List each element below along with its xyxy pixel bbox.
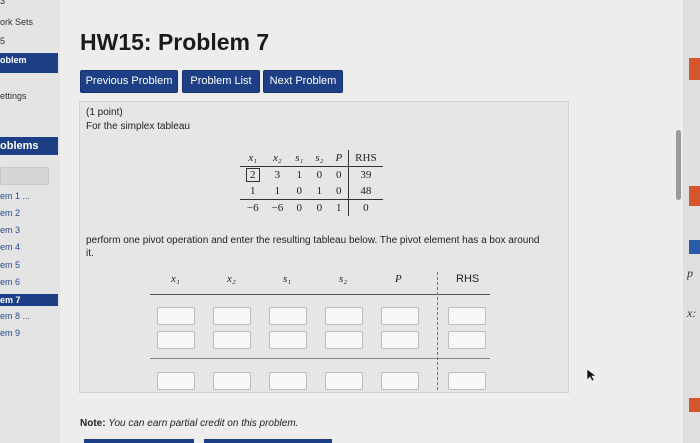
answer-input[interactable] [213,372,251,390]
problem-list-button[interactable]: Problem List [182,70,260,93]
tableau-cell: 39 [348,166,383,183]
tableau-header-p: P [329,150,349,167]
problems-heading-label: oblems [0,140,39,152]
previous-problem-button[interactable]: Previous Problem [80,70,178,93]
answer-input[interactable] [325,307,363,325]
sidebar-problem-link[interactable]: em 7 [0,294,58,306]
answer-header: P [395,273,402,285]
bookmark-marker[interactable] [689,240,700,254]
sidebar-top-fragment: 3 [0,0,6,6]
sidebar-work-sets-link[interactable]: ork Sets [0,17,33,27]
answer-header: x₂ [227,273,236,285]
bookmark-marker[interactable] [689,58,700,80]
tableau-header-x2: x₂ [265,150,290,167]
objective-row-divider [150,358,490,359]
note-label: Note: [80,418,106,429]
sidebar-settings-link[interactable]: ettings [0,91,27,101]
sidebar-problem-link[interactable]: em 9 [0,328,20,338]
tableau-cell: 0 [316,169,323,181]
tableau-cell: 1 [250,185,256,197]
side-symbol: p [687,266,693,280]
answer-header: s₁ [283,273,292,285]
answer-input[interactable] [269,331,307,349]
answer-input[interactable] [269,307,307,325]
sidebar: 3 ork Sets 5 oblem ettings oblems em 1 .… [0,0,60,443]
tableau-cell: 0 [336,169,342,181]
tableau-row: 1 1 0 1 0 48 [240,183,383,200]
tableau-row: 2 3 1 0 0 39 [240,166,383,184]
bookmark-marker[interactable] [689,186,700,206]
tableau-cell: 1 [296,169,303,181]
answer-input[interactable] [381,331,419,349]
sidebar-problems-heading: oblems [0,137,58,155]
answer-input[interactable] [448,372,486,390]
sidebar-item-problem[interactable]: oblem [0,53,58,73]
answer-input[interactable] [269,372,307,390]
sidebar-problem-link[interactable]: em 4 [0,242,20,252]
tableau-cell: 0 [336,185,342,197]
scrollbar[interactable] [676,130,681,200]
answer-input[interactable] [325,331,363,349]
sidebar-problem-link[interactable]: em 3 [0,225,20,235]
tableau-header-s2: s₂ [309,150,330,167]
answer-input[interactable] [213,307,251,325]
pivot-element: 2 [246,168,260,182]
answer-input[interactable] [381,307,419,325]
answer-input[interactable] [157,307,195,325]
sidebar-problem-link[interactable]: em 6 [0,277,20,287]
instructions-line-2: it. [86,248,94,259]
points-label: (1 point) [86,107,123,118]
instructions-line-1: perform one pivot operation and enter th… [86,235,540,246]
preview-button-edge[interactable] [204,439,332,443]
mouse-cursor-icon [586,368,597,382]
answer-header: s₂ [339,273,348,285]
answer-input[interactable] [157,372,195,390]
tableau-cell: 1 [316,185,323,197]
problem-intro: For the simplex tableau [86,121,190,132]
tableau-header-rhs: RHS [348,150,383,167]
answer-header: RHS [456,273,480,285]
tableau-row: −6 −6 0 0 1 0 [240,199,383,216]
sidebar-problem-link[interactable]: em 2 [0,208,20,218]
sidebar-problem-link[interactable]: em 8 ... [0,311,30,321]
answer-input[interactable] [381,372,419,390]
tableau-cell: −6 [240,199,266,216]
simplex-tableau: x₁ x₂ s₁ s₂ P RHS 2 3 1 0 0 39 1 1 0 1 0 [240,150,383,216]
tableau-cell: 0 [296,185,303,197]
tableau-header-row: x₁ x₂ s₁ s₂ P RHS [240,150,383,167]
tableau-header-s1: s₁ [289,150,310,167]
tableau-cell: 1 [329,199,349,216]
sidebar-problem-select[interactable] [0,167,49,185]
sidebar-set-link[interactable]: 5 [0,36,5,46]
rhs-separator [437,272,438,390]
tableau-cell: 0 [289,199,310,216]
tableau-pivot-cell: 2 [240,167,266,184]
sidebar-problem-link[interactable]: em 5 [0,260,20,270]
answer-header: x₁ [171,273,180,285]
problem-panel: (1 point) For the simplex tableau x₁ x₂ … [79,101,569,393]
tableau-cell: 0 [348,199,383,216]
answer-input[interactable] [448,307,486,325]
page-title: HW15: Problem 7 [80,29,270,55]
side-symbol: x: [687,306,697,320]
sidebar-problem-link[interactable]: em 1 ... [0,191,30,201]
submit-button-edge[interactable] [84,439,194,443]
note-text: You can earn partial credit on this prob… [108,418,299,429]
answer-input[interactable] [157,331,195,349]
answer-input[interactable] [448,331,486,349]
tableau-cell: −6 [265,199,290,216]
answer-input[interactable] [213,331,251,349]
bookmark-marker[interactable] [689,398,700,412]
tableau-cell: 0 [309,199,330,216]
tableau-cell: 3 [274,169,281,181]
tableau-cell: 48 [348,183,383,200]
partial-credit-note: Note: You can earn partial credit on thi… [80,418,298,429]
sidebar-item-problem-label: oblem [0,55,27,65]
answer-input[interactable] [325,372,363,390]
tableau-cell: 1 [274,185,281,197]
tableau-header-x1: x₁ [240,150,266,167]
answer-header-divider [150,294,490,295]
next-problem-button[interactable]: Next Problem [263,70,343,93]
